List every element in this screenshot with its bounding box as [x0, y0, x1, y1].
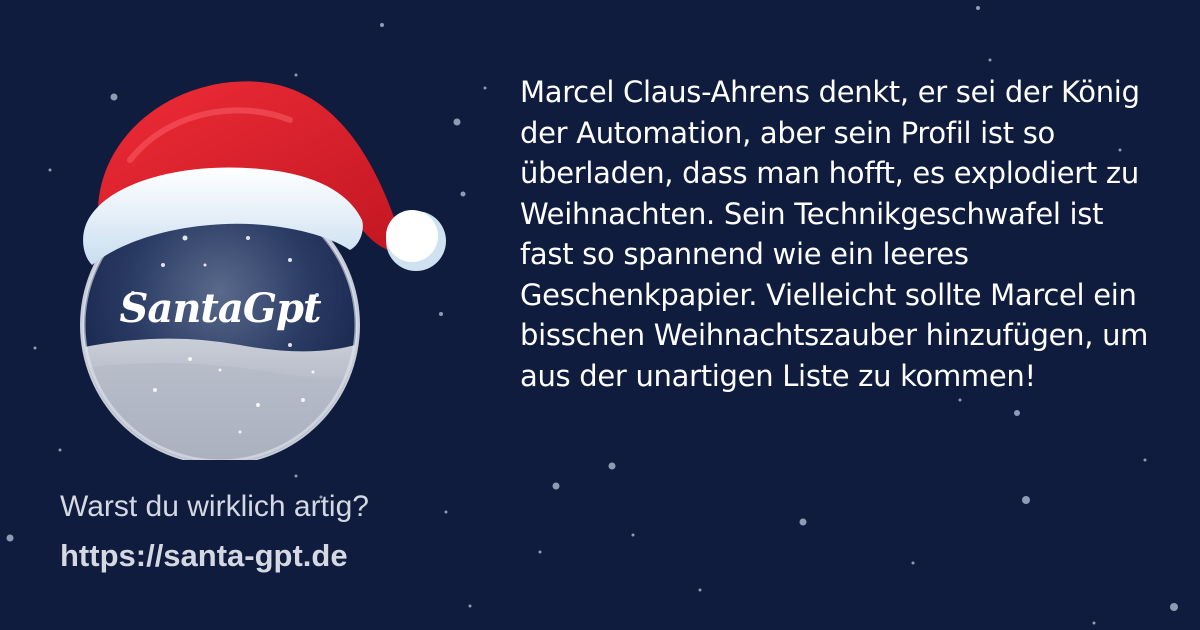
footer-question: Warst du wirklich artig?: [60, 490, 369, 523]
roast-message: Marcel Claus-Ahrens denkt, er sei der Kö…: [520, 75, 1149, 393]
santa-gpt-logo: SantaGpt: [70, 60, 470, 465]
website-link[interactable]: https://santa-gpt.de: [60, 538, 348, 574]
share-card: SantaGpt Marcel Claus-Ahrens denkt, er s…: [0, 0, 1200, 630]
santa-hat-snow-globe-icon: SantaGpt: [80, 81, 446, 465]
logo-text: SantaGpt: [120, 285, 322, 332]
